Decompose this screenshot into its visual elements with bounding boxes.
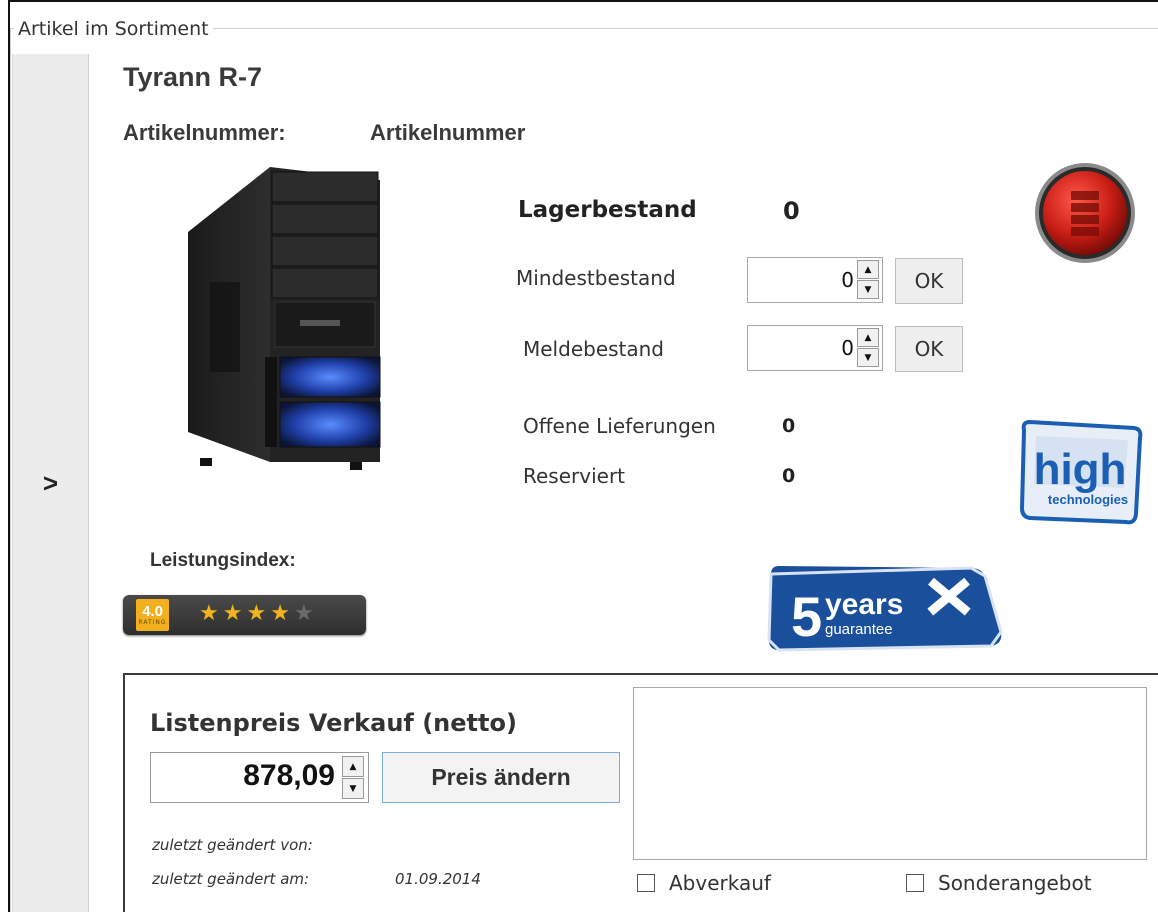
five-years-guarantee-badge: 5 years guarantee [767, 566, 1003, 652]
increment-button[interactable]: ▲ [342, 756, 364, 777]
rating-bar: 4.0 RATING ★★★★★ [123, 595, 366, 635]
changed-at-label: zuletzt geändert am: [152, 870, 310, 888]
artikelnummer-label: Artikelnummer: [123, 120, 286, 145]
increment-button[interactable]: ▲ [857, 328, 879, 347]
star-filled-icon: ★ [222, 601, 247, 626]
decrement-button[interactable]: ▼ [857, 280, 879, 299]
star-filled-icon: ★ [270, 601, 294, 626]
lagerbestand-value: 0 [783, 197, 800, 225]
abverkauf-checkbox[interactable]: Abverkauf [637, 871, 771, 895]
sonderangebot-checkbox[interactable]: Sonderangebot [906, 871, 1092, 895]
star-rating: ★★★★★ [199, 601, 318, 626]
high-text: high [1034, 445, 1127, 494]
star-filled-icon: ★ [246, 601, 271, 626]
guarantee-word: guarantee [825, 621, 893, 638]
mindestbestand-ok-button[interactable]: OK [895, 258, 963, 304]
lagerbestand-label: Lagerbestand [518, 197, 697, 223]
reserviert-value: 0 [782, 465, 796, 487]
pc-tower-image [188, 167, 381, 470]
chevron-right-icon: > [42, 467, 59, 498]
technologies-text: technologies [1048, 492, 1128, 507]
checkbox-box[interactable] [906, 874, 924, 892]
rating-caption: RATING [138, 619, 167, 626]
rating-score: 4.0 [142, 603, 163, 620]
leistungsindex-label: Leistungsindex: [150, 550, 296, 571]
meldebestand-ok-button[interactable]: OK [895, 326, 963, 372]
years-word: years [825, 588, 903, 621]
reserviert-label: Reserviert [523, 464, 626, 488]
meldebestand-label: Meldebestand [523, 337, 665, 361]
offene-lieferungen-label: Offene Lieferungen [523, 414, 716, 438]
checkbox-box[interactable] [637, 874, 655, 892]
meldebestand-value: 0 [841, 336, 854, 360]
high-technologies-badge: high technologies [1019, 419, 1143, 525]
expand-panel-button[interactable]: > [12, 54, 89, 912]
mindestbestand-stepper[interactable]: 0 ▲ ▼ [747, 257, 883, 303]
meldebestand-stepper[interactable]: 0 ▲ ▼ [747, 325, 883, 371]
decrement-button[interactable]: ▼ [342, 778, 364, 799]
star-empty-icon: ★ [293, 601, 318, 626]
preis-aendern-button[interactable]: Preis ändern [382, 752, 620, 803]
group-left-border [10, 29, 11, 912]
price-stepper[interactable]: 878,09 ▲ ▼ [150, 752, 369, 803]
star-filled-icon: ★ [199, 601, 223, 626]
notes-textarea[interactable] [633, 687, 1147, 860]
listenpreis-title: Listenpreis Verkauf (netto) [150, 709, 517, 737]
offene-lieferungen-value: 0 [782, 415, 796, 437]
mindestbestand-value: 0 [841, 268, 854, 292]
changed-by-label: zuletzt geändert von: [152, 836, 313, 854]
abverkauf-label: Abverkauf [669, 871, 771, 895]
rating-score-box: 4.0 RATING [136, 599, 169, 631]
increment-button[interactable]: ▲ [857, 260, 879, 279]
artikelnummer-value: Artikelnummer [370, 120, 526, 145]
decrement-button[interactable]: ▼ [857, 348, 879, 367]
sonderangebot-label: Sonderangebot [938, 871, 1092, 895]
changed-at-value: 01.09.2014 [395, 870, 481, 888]
mindestbestand-label: Mindestbestand [516, 266, 676, 290]
product-title: Tyrann R-7 [123, 62, 263, 92]
section-legend: Artikel im Sortiment [14, 18, 213, 40]
years-number: 5 [791, 585, 822, 648]
frame-top-border [8, 0, 1158, 2]
red-stop-icon[interactable] [1033, 161, 1137, 265]
price-value: 878,09 [243, 759, 335, 792]
